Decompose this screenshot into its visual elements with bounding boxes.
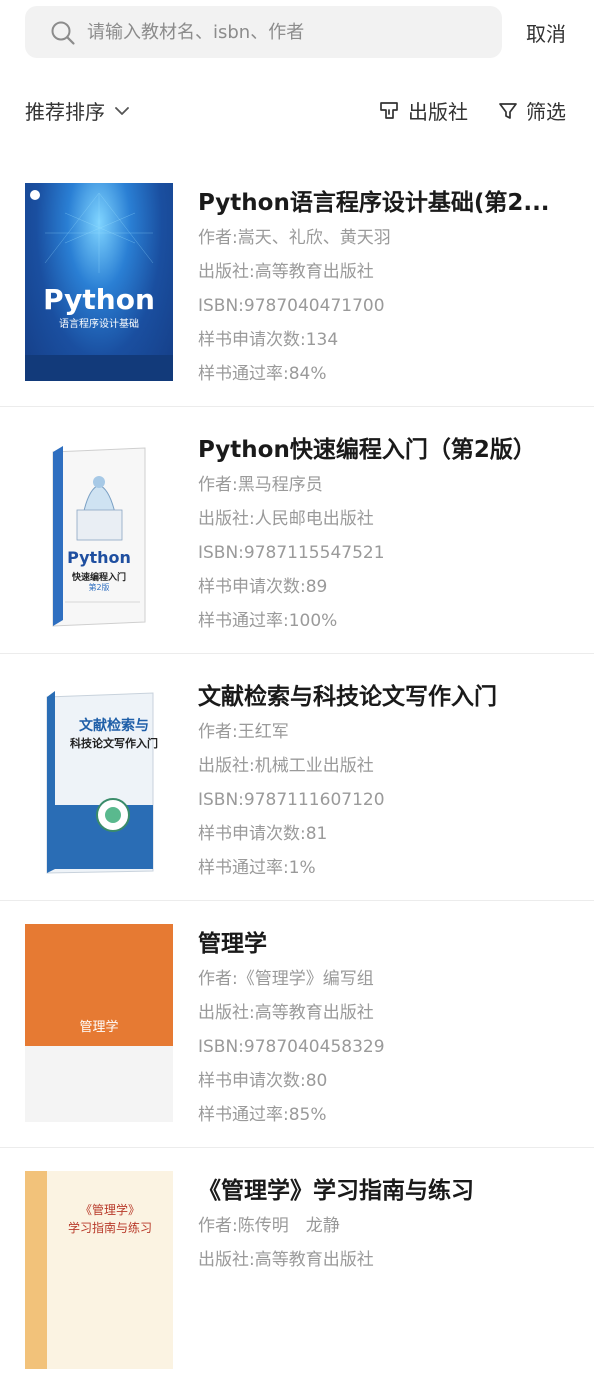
book-cover: 文献检索与 科技论文写作入门: [25, 677, 173, 875]
filter-label: 筛选: [526, 100, 566, 124]
book-author: 作者:《管理学》编写组: [198, 969, 374, 989]
book-author: 作者:陈传明 龙静: [198, 1216, 340, 1236]
book-title: 文献检索与科技论文写作入门: [198, 684, 497, 710]
book-pass-rate: 样书通过率:85%: [198, 1105, 327, 1125]
book-item[interactable]: 管理学 管理学 作者:《管理学》编写组 出版社:高等教育出版社 ISBN:978…: [0, 901, 594, 1148]
filter-button[interactable]: 筛选: [498, 96, 566, 125]
book-publisher: 出版社:高等教育出版社: [198, 1250, 374, 1270]
book-isbn: ISBN:9787111607120: [198, 790, 385, 810]
book-item[interactable]: Python 语言程序设计基础 Python语言程序设计基础(第2... 作者:…: [0, 160, 594, 407]
search-input[interactable]: [87, 6, 487, 58]
cover-graphic: [46, 691, 154, 874]
search-header: 取消: [0, 0, 594, 64]
book-isbn: ISBN:9787115547521: [198, 543, 385, 563]
book-item[interactable]: Python 快速编程入门 第2版 Python快速编程入门（第2版） 作者:黑…: [0, 407, 594, 654]
book-title: Python快速编程入门（第2版）: [198, 437, 536, 463]
sort-label: 推荐排序: [25, 100, 105, 124]
book-item[interactable]: 文献检索与 科技论文写作入门 文献检索与科技论文写作入门 作者:王红军 出版社:…: [0, 654, 594, 901]
book-publisher: 出版社:高等教育出版社: [198, 262, 374, 282]
cover-title: 《管理学》: [79, 1203, 140, 1217]
cover-graphic: [52, 446, 146, 627]
publisher-icon: [380, 101, 398, 119]
book-publisher: 出版社:机械工业出版社: [198, 756, 374, 776]
book-applications: 样书申请次数:89: [198, 577, 328, 597]
book-applications: 样书申请次数:81: [198, 824, 328, 844]
cover-network-graphic: [25, 190, 173, 381]
publisher-label: 出版社: [408, 100, 468, 124]
book-author: 作者:嵩天、礼欣、黄天羽: [198, 228, 391, 248]
cover-subtitle: 语言程序设计基础: [59, 319, 139, 330]
book-isbn: ISBN:9787040458329: [198, 1037, 385, 1057]
sort-dropdown[interactable]: 推荐排序: [25, 96, 131, 125]
search-box[interactable]: [25, 6, 502, 58]
book-info: Python快速编程入门（第2版） 作者:黑马程序员 出版社:人民邮电出版社 I…: [198, 433, 568, 643]
book-author: 作者:王红军: [198, 722, 289, 742]
book-item[interactable]: 《管理学》 学习指南与练习 《管理学》学习指南与练习 作者:陈传明 龙静 出版社…: [0, 1148, 594, 1395]
book-applications: 样书申请次数:80: [198, 1071, 328, 1091]
book-cover: Python 语言程序设计基础: [25, 183, 173, 381]
cover-edition: 第2版: [88, 583, 110, 592]
cover-title: 文献检索与: [79, 718, 149, 734]
book-cover: 管理学: [25, 924, 173, 1122]
book-title: 管理学: [198, 931, 267, 957]
filter-bar: 推荐排序 出版社 筛选: [0, 86, 594, 134]
book-title: 《管理学》学习指南与练习: [198, 1178, 474, 1204]
book-cover: 《管理学》 学习指南与练习: [25, 1171, 173, 1369]
cancel-button[interactable]: 取消: [526, 18, 566, 47]
book-isbn: ISBN:9787040471700: [198, 296, 385, 316]
book-info: Python语言程序设计基础(第2... 作者:嵩天、礼欣、黄天羽 出版社:高等…: [198, 186, 568, 396]
book-cover: Python 快速编程入门 第2版: [25, 430, 173, 628]
chevron-down-icon: [115, 106, 129, 115]
book-publisher: 出版社:高等教育出版社: [198, 1003, 374, 1023]
book-author: 作者:黑马程序员: [198, 475, 323, 495]
cover-title: Python: [67, 548, 131, 567]
book-info: 文献检索与科技论文写作入门 作者:王红军 出版社:机械工业出版社 ISBN:97…: [198, 680, 568, 890]
book-title: Python语言程序设计基础(第2...: [198, 190, 550, 216]
cover-subtitle: 科技论文写作入门: [70, 737, 158, 750]
cover-title: 管理学: [79, 1020, 119, 1035]
book-pass-rate: 样书通过率:84%: [198, 364, 327, 384]
publisher-filter-button[interactable]: 出版社: [378, 96, 468, 125]
book-info: 管理学 作者:《管理学》编写组 出版社:高等教育出版社 ISBN:9787040…: [198, 927, 568, 1137]
funnel-icon: [499, 102, 517, 119]
book-pass-rate: 样书通过率:100%: [198, 611, 338, 631]
cover-subtitle: 学习指南与练习: [67, 1221, 152, 1235]
book-applications: 样书申请次数:134: [198, 330, 339, 350]
book-pass-rate: 样书通过率:1%: [198, 858, 316, 878]
book-publisher: 出版社:人民邮电出版社: [198, 509, 374, 529]
book-info: 《管理学》学习指南与练习 作者:陈传明 龙静 出版社:高等教育出版社: [198, 1174, 568, 1282]
book-list: Python 语言程序设计基础 Python语言程序设计基础(第2... 作者:…: [0, 160, 594, 1395]
cover-title: Python: [43, 283, 155, 316]
search-icon: [51, 21, 75, 45]
